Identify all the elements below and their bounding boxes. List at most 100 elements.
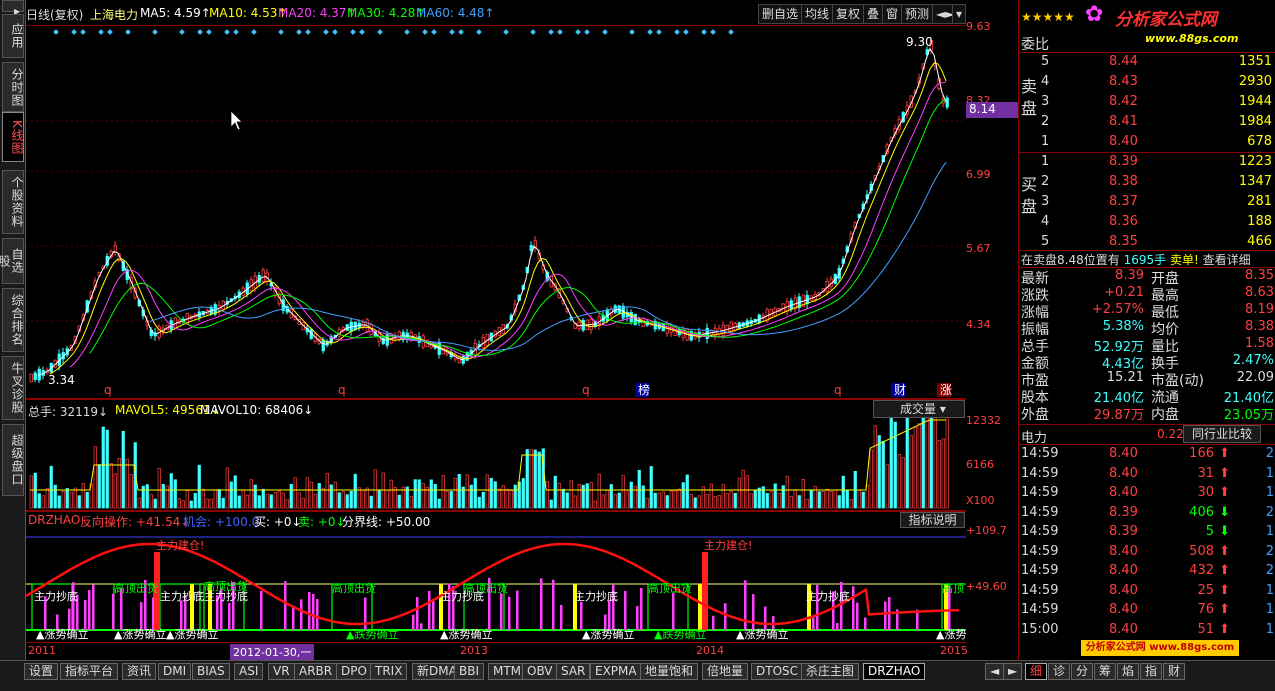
window-button[interactable]: 窗	[882, 4, 903, 24]
indicator-chart[interactable]: 主力建仓! 主力建仓!高顶出货 高顶出货 高顶出货 高顶出货 高顶出货 高顶主力抄底 主力抄底…	[26, 512, 966, 642]
stat-row: 涨幅 +2.57% 最低 8.19	[1019, 302, 1275, 321]
side-tab-0[interactable]: 细	[1025, 663, 1048, 680]
sidebar-item-2[interactable]: K线图	[2, 112, 24, 162]
tab-7[interactable]: ARBR	[294, 663, 338, 680]
signal-label: 主力抄底	[34, 589, 78, 603]
indicator-help-button[interactable]: 指标说明	[900, 512, 965, 528]
tab-11[interactable]: BBI	[454, 663, 485, 680]
view-detail-link[interactable]: 查看详细	[1203, 253, 1251, 267]
tab-9[interactable]: TRIX	[370, 663, 408, 680]
tab-1[interactable]: 指标平台	[60, 663, 119, 680]
bid-volume: 1347	[1238, 174, 1272, 189]
indicator-bar	[500, 593, 503, 630]
indicator-bar	[856, 602, 859, 630]
indicator-bar	[672, 592, 675, 630]
sidebar-item-7[interactable]: 超级盘口	[2, 424, 24, 496]
chart-marker: 财	[894, 383, 906, 397]
indicator-bar	[68, 608, 71, 630]
bid-volume: 188	[1247, 214, 1272, 229]
side-tab-5[interactable]: 指	[1140, 663, 1163, 680]
tab-2[interactable]: 资讯	[122, 663, 157, 680]
bid-row[interactable]: 4 8.36 188	[1019, 212, 1275, 231]
bid-row[interactable]: 3 8.37 281	[1019, 192, 1275, 211]
kline-chart[interactable]: 9.30 3.34 q q q 榜 q 财 涨	[26, 26, 966, 398]
indicator-select[interactable]: 成交量 ▾	[873, 400, 965, 418]
period-label[interactable]: 日线(复权)	[26, 6, 83, 23]
industry-compare-button[interactable]: 同行业比较	[1183, 425, 1261, 443]
indicator-bar	[140, 602, 143, 630]
ask-row[interactable]: 4 8.43 2930	[1019, 72, 1275, 91]
ma-button[interactable]: 均线	[801, 4, 834, 24]
tab-3[interactable]: DMI	[158, 663, 192, 680]
scroll-right-icon[interactable]: ►	[1003, 663, 1023, 680]
ask-row[interactable]: 3 8.42 1944	[1019, 92, 1275, 111]
bid-row[interactable]: 2 8.38 1347	[1019, 172, 1275, 191]
signal-label: ▲涨势确立	[736, 627, 788, 641]
overlay-button[interactable]: 叠	[863, 4, 884, 24]
remove-watchlist-button[interactable]: 删自选	[758, 4, 803, 24]
chevron-down-icon[interactable]: ▾	[952, 4, 967, 24]
tab-15[interactable]: EXPMA	[590, 663, 642, 680]
collapse-arrow-icon[interactable]: ▸	[2, 0, 24, 19]
tick-price: 8.39	[1109, 504, 1138, 520]
arrow-up-icon: ⬆	[1219, 446, 1230, 461]
tab-19[interactable]: 杀庄主图	[801, 663, 860, 680]
date-cursor-label: 2012-01-30,一	[230, 644, 315, 660]
tab-20[interactable]: DRZHAO	[863, 663, 926, 680]
tab-13[interactable]: OBV	[522, 663, 558, 680]
sidebar-item-6[interactable]: 牛叉诊股	[2, 356, 24, 420]
indicator-op: 反向操作: +41.54↓	[80, 515, 191, 529]
tick-price: 8.40	[1109, 465, 1138, 481]
sidebar-item-5[interactable]: 综合排名	[2, 288, 24, 352]
weibi-label: 委比	[1021, 37, 1049, 53]
bid-row[interactable]: 1 8.39 1223	[1019, 152, 1275, 171]
min-price-label: 3.34	[48, 373, 75, 387]
tick-count: 1	[1265, 602, 1274, 617]
tab-4[interactable]: BIAS	[192, 663, 230, 680]
tab-6[interactable]: VR	[268, 663, 295, 680]
tab-12[interactable]: MTM	[488, 663, 527, 680]
ask-level: 5	[1041, 54, 1050, 69]
sidebar-item-3[interactable]: 个股资料	[2, 170, 24, 234]
signal-label: 高顶出货	[648, 581, 692, 595]
indicator-bar	[560, 604, 563, 630]
stat-value: 8.19	[1245, 302, 1274, 317]
tick-row: 14:59 8.40 76 ⬆ 1	[1019, 600, 1275, 619]
tab-8[interactable]: DPO	[336, 663, 372, 680]
bid-volume: 466	[1247, 234, 1272, 249]
side-tab-2[interactable]: 分	[1071, 663, 1094, 680]
adjust-button[interactable]: 复权	[832, 4, 865, 24]
tab-18[interactable]: DTOSC	[751, 663, 804, 680]
tick-price: 8.40	[1109, 621, 1138, 637]
quote-panel: ★★★★★ ✿ 分析家公式网 www.88gs.com 委比 卖盘 5 8.44 1…	[1018, 0, 1275, 660]
indicator-bar	[864, 617, 867, 630]
tab-0[interactable]: 设置	[24, 663, 59, 680]
bid-row[interactable]: 5 8.35 466	[1019, 232, 1275, 251]
axis-label: 6.99	[966, 168, 991, 181]
side-tab-1[interactable]: 诊	[1048, 663, 1071, 680]
scroll-left-icon[interactable]: ◄	[985, 663, 1005, 680]
star-rating-icon: ★★★★★	[1021, 10, 1075, 24]
tab-16[interactable]: 地量饱和	[640, 663, 699, 680]
arrow-up-icon: ⬆	[1219, 543, 1230, 559]
forecast-button[interactable]: 预测	[901, 4, 934, 24]
sidebar-item-1[interactable]: 分时图	[2, 62, 24, 112]
stat-value: 8.63	[1245, 285, 1274, 300]
sidebar-item-0[interactable]: 应用	[2, 14, 24, 58]
ask-row[interactable]: 5 8.44 1351	[1019, 52, 1275, 71]
tick-volume: 51	[1197, 621, 1214, 637]
side-tab-3[interactable]: 筹	[1094, 663, 1117, 680]
tab-5[interactable]: ASI	[234, 663, 264, 680]
ask-level: 4	[1041, 74, 1050, 89]
tab-14[interactable]: SAR	[556, 663, 591, 680]
sidebar-item-4[interactable]: 自选股	[0, 238, 24, 284]
tick-price: 8.40	[1109, 446, 1138, 461]
indicator-bar	[300, 599, 303, 630]
side-tab-6[interactable]: 财	[1163, 663, 1186, 680]
ask-row[interactable]: 2 8.41 1984	[1019, 112, 1275, 131]
indicator-bar	[580, 601, 583, 630]
side-tab-4[interactable]: 焰	[1117, 663, 1140, 680]
tab-17[interactable]: 倍地量	[702, 663, 749, 680]
indicator-bar	[412, 614, 415, 630]
ask-row[interactable]: 1 8.40 678	[1019, 132, 1275, 151]
